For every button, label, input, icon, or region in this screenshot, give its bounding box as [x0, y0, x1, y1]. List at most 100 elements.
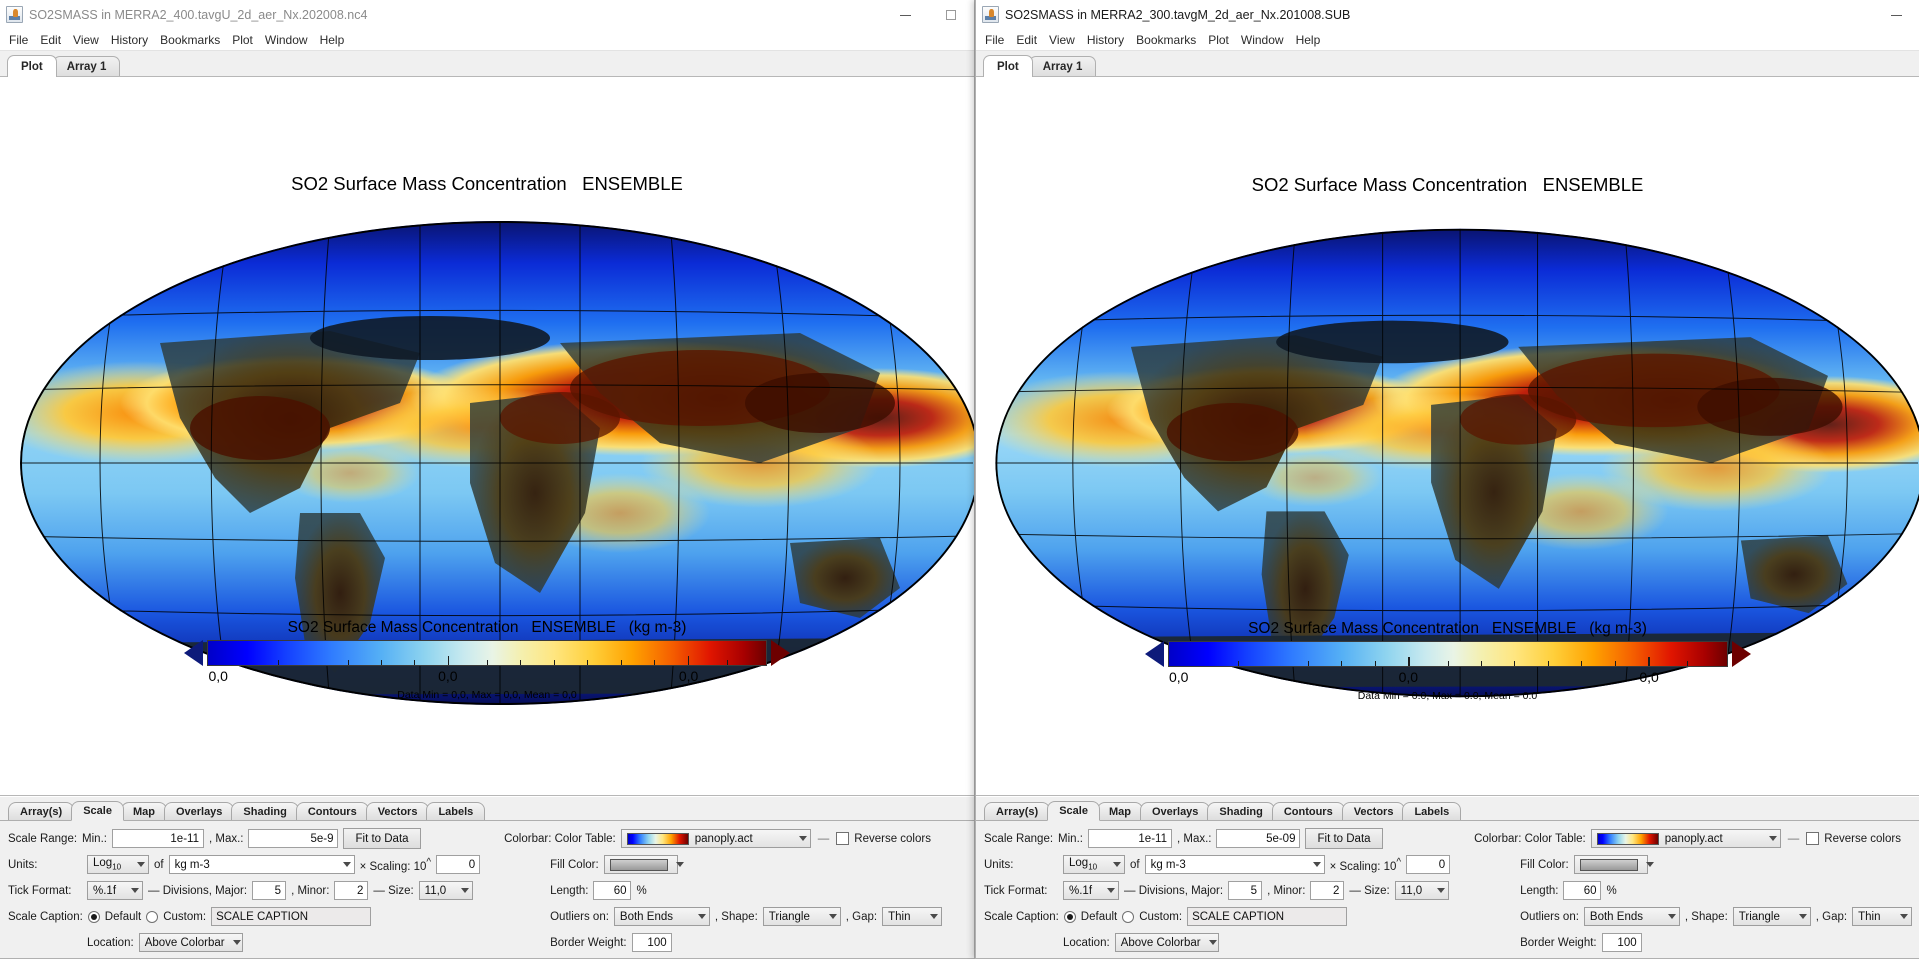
- ctab-contours-left[interactable]: Contours: [296, 802, 369, 821]
- fill-color-select[interactable]: [1574, 855, 1648, 874]
- panoply-window-right[interactable]: SO2SMASS in MERRA2_300.tavgM_2d_aer_Nx.2…: [975, 0, 1919, 959]
- panoply-window-left[interactable]: SO2SMASS in MERRA2_400.tavgU_2d_aer_Nx.2…: [0, 0, 975, 959]
- tick-size-select[interactable]: 11,0: [1395, 881, 1449, 900]
- plot-canvas-right[interactable]: SO2 Surface Mass Concentration ENSEMBLE: [976, 77, 1919, 796]
- maximize-button-left[interactable]: [928, 0, 974, 30]
- tick-format-select[interactable]: %.1f: [1063, 881, 1119, 900]
- caption-location-select[interactable]: Above Colorbar: [139, 933, 243, 952]
- ctab-scale-left[interactable]: Scale: [71, 801, 124, 821]
- fit-to-data-button[interactable]: Fit to Data: [1305, 828, 1382, 849]
- scale-max-input[interactable]: 5e-9: [248, 829, 338, 848]
- caption-custom-radio[interactable]: [1122, 911, 1134, 923]
- caption-location-select[interactable]: Above Colorbar: [1115, 933, 1219, 952]
- scaling-exponent-input[interactable]: 0: [436, 855, 480, 874]
- ctab-contours-right[interactable]: Contours: [1272, 802, 1345, 821]
- tab-array1-right[interactable]: Array 1: [1029, 56, 1097, 77]
- gap-select[interactable]: Thin: [1852, 907, 1912, 926]
- shape-label: , Shape:: [1685, 911, 1728, 923]
- ctab-vectors-left[interactable]: Vectors: [366, 802, 430, 821]
- minimize-button-left[interactable]: [882, 0, 928, 30]
- menu-history[interactable]: History: [1081, 32, 1130, 48]
- caption-default-radio[interactable]: [88, 911, 100, 923]
- menubar-left[interactable]: File Edit View History Bookmarks Plot Wi…: [0, 30, 974, 51]
- colorbar-length-input[interactable]: 60: [1563, 881, 1601, 900]
- menu-view[interactable]: View: [1043, 32, 1081, 48]
- divisions-minor-input[interactable]: 2: [334, 881, 368, 900]
- menu-file[interactable]: File: [979, 32, 1010, 48]
- fill-color-select[interactable]: [604, 855, 678, 874]
- titlebar-right[interactable]: SO2SMASS in MERRA2_300.tavgM_2d_aer_Nx.2…: [976, 0, 1919, 30]
- outlier-shape-select[interactable]: Triangle: [763, 907, 841, 926]
- ctab-overlays-right[interactable]: Overlays: [1140, 802, 1210, 821]
- menu-help[interactable]: Help: [314, 32, 351, 48]
- scale-min-input[interactable]: 1e-11: [1088, 829, 1172, 848]
- titlebar-left[interactable]: SO2SMASS in MERRA2_400.tavgU_2d_aer_Nx.2…: [0, 0, 974, 30]
- fit-to-data-button[interactable]: Fit to Data: [343, 828, 420, 849]
- control-tabs-left[interactable]: Array(s) Scale Map Overlays Shading Cont…: [0, 797, 974, 821]
- menu-bookmarks[interactable]: Bookmarks: [1130, 32, 1202, 48]
- ctab-overlays-left[interactable]: Overlays: [164, 802, 234, 821]
- menu-edit[interactable]: Edit: [1010, 32, 1043, 48]
- colorbar-length-input[interactable]: 60: [593, 881, 631, 900]
- menu-bookmarks[interactable]: Bookmarks: [154, 32, 226, 48]
- menu-view[interactable]: View: [67, 32, 105, 48]
- ctab-labels-left[interactable]: Labels: [426, 802, 485, 821]
- outliers-select[interactable]: Both Ends: [1584, 907, 1680, 926]
- tab-array1-left[interactable]: Array 1: [53, 56, 121, 77]
- control-panel-right[interactable]: Array(s) Scale Map Overlays Shading Cont…: [976, 796, 1919, 958]
- units-mode-select[interactable]: Log10: [1063, 855, 1125, 874]
- divisions-minor-input[interactable]: 2: [1310, 881, 1344, 900]
- colorbar-right[interactable]: [1168, 641, 1728, 667]
- ctab-shading-right[interactable]: Shading: [1207, 802, 1274, 821]
- menu-help[interactable]: Help: [1290, 32, 1327, 48]
- tick-format-select[interactable]: %.1f: [87, 881, 143, 900]
- caption-default-radio[interactable]: [1064, 911, 1076, 923]
- menu-file[interactable]: File: [3, 32, 34, 48]
- caption-custom-radio[interactable]: [146, 911, 158, 923]
- reverse-colors-checkbox[interactable]: [1806, 832, 1819, 845]
- ctab-map-right[interactable]: Map: [1097, 802, 1143, 821]
- minimize-button-right[interactable]: [1873, 0, 1919, 30]
- scale-max-input[interactable]: 5e-09: [1216, 829, 1300, 848]
- menu-edit[interactable]: Edit: [34, 32, 67, 48]
- ctab-vectors-right[interactable]: Vectors: [1342, 802, 1406, 821]
- menu-plot[interactable]: Plot: [1202, 32, 1235, 48]
- control-panel-left[interactable]: Array(s) Scale Map Overlays Shading Cont…: [0, 796, 974, 958]
- color-table-select[interactable]: panoply.act: [1591, 829, 1781, 848]
- document-tabs-left[interactable]: Plot Array 1: [0, 51, 974, 77]
- scale-min-input[interactable]: 1e-11: [112, 829, 204, 848]
- menubar-right[interactable]: File Edit View History Bookmarks Plot Wi…: [976, 30, 1919, 51]
- tab-plot-right[interactable]: Plot: [983, 55, 1033, 77]
- border-weight-input[interactable]: 100: [1602, 933, 1642, 952]
- tick-size-select[interactable]: 11,0: [419, 881, 473, 900]
- outliers-select[interactable]: Both Ends: [614, 907, 710, 926]
- border-weight-input[interactable]: 100: [632, 933, 672, 952]
- divisions-major-input[interactable]: 5: [1228, 881, 1262, 900]
- reverse-colors-checkbox[interactable]: [836, 832, 849, 845]
- menu-history[interactable]: History: [105, 32, 154, 48]
- color-table-select[interactable]: panoply.act: [621, 829, 811, 848]
- ctab-scale-right[interactable]: Scale: [1047, 801, 1100, 821]
- gap-select[interactable]: Thin: [882, 907, 942, 926]
- scaling-exponent-input[interactable]: 0: [1406, 855, 1450, 874]
- menu-plot[interactable]: Plot: [226, 32, 259, 48]
- units-select[interactable]: kg m-3: [1145, 855, 1325, 874]
- ctab-arrays-left[interactable]: Array(s): [8, 802, 74, 821]
- tab-plot-left[interactable]: Plot: [7, 55, 57, 77]
- plot-canvas-left[interactable]: SO2 Surface Mass Concentration ENSEMBLE: [0, 77, 974, 796]
- control-tabs-right[interactable]: Array(s) Scale Map Overlays Shading Cont…: [976, 797, 1919, 821]
- ctab-labels-right[interactable]: Labels: [1402, 802, 1461, 821]
- menu-window[interactable]: Window: [259, 32, 314, 48]
- units-mode-select[interactable]: Log10: [87, 855, 149, 874]
- units-select[interactable]: kg m-3: [169, 855, 355, 874]
- ctab-arrays-right[interactable]: Array(s): [984, 802, 1050, 821]
- ctab-shading-left[interactable]: Shading: [231, 802, 298, 821]
- menu-window[interactable]: Window: [1235, 32, 1290, 48]
- caption-custom-input[interactable]: SCALE CAPTION: [211, 907, 371, 926]
- outlier-shape-select[interactable]: Triangle: [1733, 907, 1811, 926]
- caption-custom-input[interactable]: SCALE CAPTION: [1187, 907, 1347, 926]
- ctab-map-left[interactable]: Map: [121, 802, 167, 821]
- colorbar-left[interactable]: [207, 640, 767, 666]
- divisions-major-input[interactable]: 5: [252, 881, 286, 900]
- document-tabs-right[interactable]: Plot Array 1: [976, 51, 1919, 77]
